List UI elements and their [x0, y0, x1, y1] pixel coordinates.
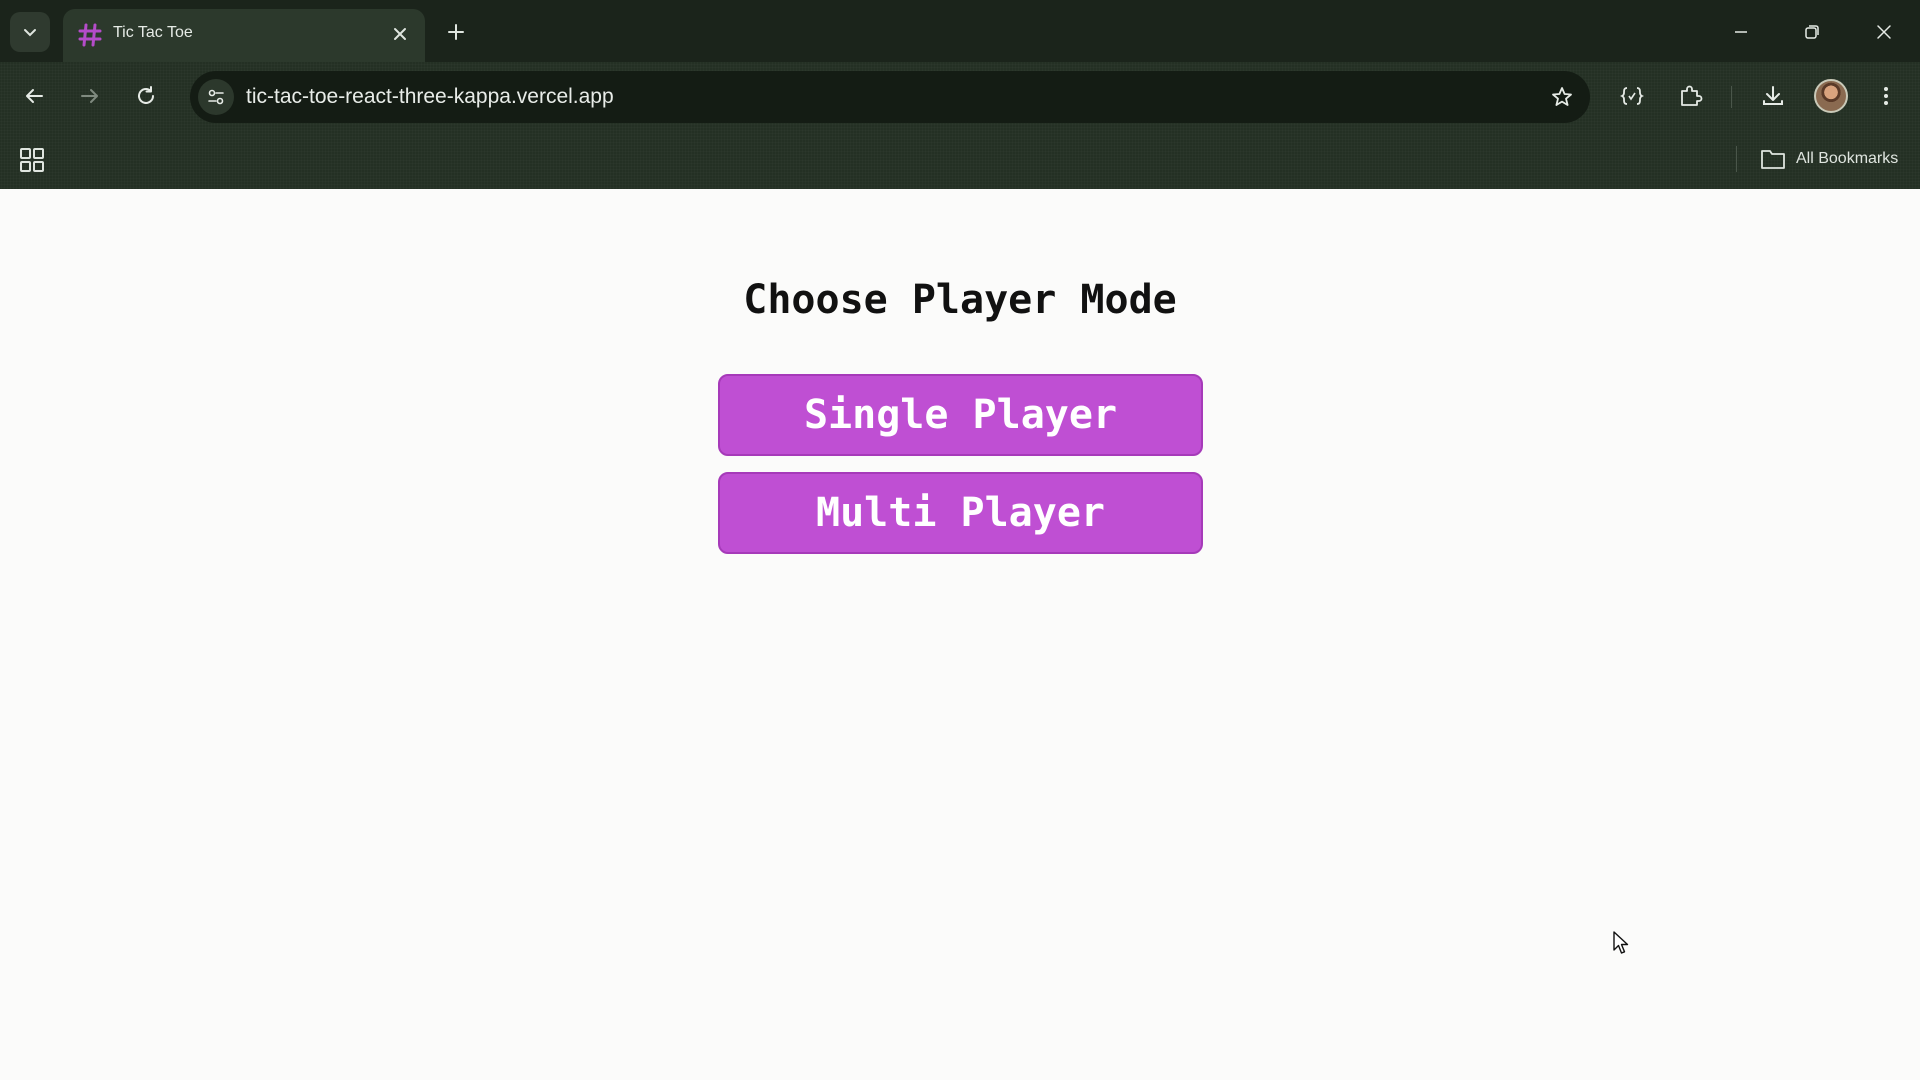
kebab-menu-icon: [1884, 87, 1888, 105]
star-icon: [1552, 87, 1572, 106]
profile-avatar[interactable]: [1814, 79, 1848, 113]
plus-icon: [448, 24, 464, 40]
single-player-button[interactable]: Single Player: [718, 374, 1203, 456]
close-icon: [1877, 25, 1891, 39]
close-window-button[interactable]: [1861, 12, 1907, 52]
close-icon: [394, 28, 406, 40]
mouse-cursor-icon: [1613, 931, 1629, 954]
tab-active[interactable]: Tic Tac Toe: [63, 9, 425, 62]
braces-icon: [1619, 87, 1645, 105]
puzzle-icon: [1681, 85, 1703, 106]
folder-icon: [1761, 150, 1785, 169]
multi-player-button[interactable]: Multi Player: [718, 472, 1203, 554]
all-bookmarks-label: All Bookmarks: [1796, 150, 1899, 167]
reload-button[interactable]: [126, 76, 166, 116]
arrow-left-icon: [26, 89, 43, 103]
reload-icon: [138, 86, 154, 104]
address-bar[interactable]: tic-tac-toe-react-three-kappa.vercel.app: [190, 71, 1590, 123]
all-bookmarks-button[interactable]: All Bookmarks: [1760, 144, 1898, 174]
tab-search-button[interactable]: [10, 12, 50, 52]
apps-grid-icon[interactable]: [18, 146, 46, 174]
menu-button[interactable]: [1866, 76, 1906, 116]
arrow-right-icon: [81, 89, 98, 103]
minimize-icon: [1735, 31, 1747, 33]
url-text[interactable]: tic-tac-toe-react-three-kappa.vercel.app: [246, 85, 614, 109]
page-title: Choose Player Mode: [743, 277, 1177, 323]
restore-button[interactable]: [1789, 12, 1835, 52]
restore-icon: [1805, 25, 1819, 39]
bookmark-star-button[interactable]: [1548, 83, 1576, 111]
new-tab-button[interactable]: [440, 16, 472, 48]
downloads-button[interactable]: [1753, 76, 1793, 116]
extensions-button[interactable]: [1670, 76, 1710, 116]
browser-chrome: Tic Tac Toe tic-tac-toe-react-three-kapp…: [0, 0, 1920, 189]
toolbar: tic-tac-toe-react-three-kappa.vercel.app: [0, 62, 1920, 134]
back-button[interactable]: [14, 76, 54, 116]
hash-icon: [78, 23, 102, 47]
tab-strip: Tic Tac Toe: [0, 0, 1920, 62]
page-content: Choose Player Mode Single Player Multi P…: [0, 189, 1920, 1080]
minimize-button[interactable]: [1718, 12, 1764, 52]
extension-dev-button[interactable]: [1612, 76, 1652, 116]
bookmarks-bar: All Bookmarks: [0, 134, 1920, 189]
site-info-button[interactable]: [198, 79, 234, 115]
tab-close-button[interactable]: [387, 21, 413, 47]
forward-button[interactable]: [70, 76, 110, 116]
tune-icon: [208, 89, 224, 105]
chevron-down-icon: [24, 29, 36, 37]
download-icon: [1763, 86, 1783, 105]
tab-title: Tic Tac Toe: [113, 24, 193, 41]
toolbar-separator: [1731, 86, 1732, 108]
bookmarks-separator: [1736, 146, 1737, 172]
